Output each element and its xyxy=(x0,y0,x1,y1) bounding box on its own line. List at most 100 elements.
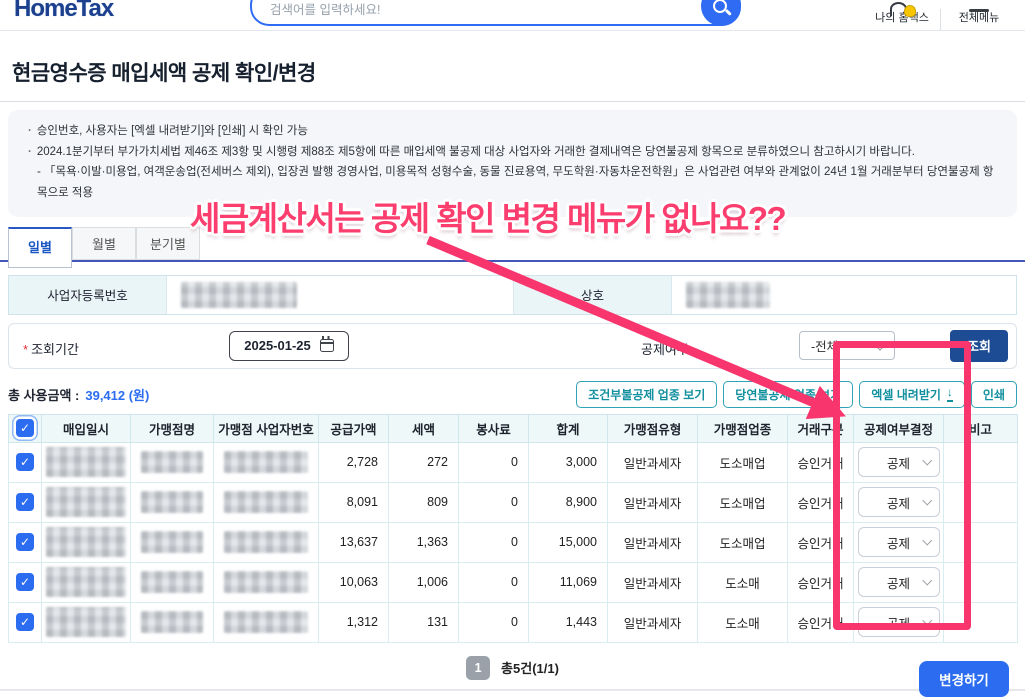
tax-amount: 1,006 xyxy=(389,562,459,602)
col-trade-type: 거래구분 xyxy=(788,414,854,442)
print-button[interactable]: 인쇄 xyxy=(971,381,1017,408)
table-row: ✓ 13,637 1,363 0 15,000 일반과세자 도소매업 승인거래 … xyxy=(9,522,1018,562)
business-info-row: 사업자등록번호 상호 xyxy=(8,275,1017,315)
row-checkbox[interactable]: ✓ xyxy=(16,573,34,591)
service-charge: 0 xyxy=(459,602,529,642)
store-name-redacted xyxy=(141,571,203,593)
total-amount: 15,000 xyxy=(529,522,608,562)
page-1-button[interactable]: 1 xyxy=(466,656,490,680)
table-row: ✓ 1,312 131 0 1,443 일반과세자 도소매 승인거래 공제 xyxy=(9,602,1018,642)
trade-type: 승인거래 xyxy=(788,562,854,602)
purchase-date-redacted xyxy=(46,487,126,517)
decision-value: 공제 xyxy=(887,613,910,632)
page-title: 현금영수증 매입세액 공제 확인/변경 xyxy=(12,57,1025,87)
top-bar: 국세청홈택스 HomeTax 나의 홈택스 전체메뉴 xyxy=(0,0,1025,31)
tax-amount: 1,363 xyxy=(389,522,459,562)
change-button[interactable]: 변경하기 xyxy=(919,661,1009,697)
conditional-exclusion-button[interactable]: 조건부불공제 업종 보기 xyxy=(576,381,717,408)
supply-amount: 2,728 xyxy=(319,442,389,482)
trade-type: 승인거래 xyxy=(788,602,854,642)
store-type: 일반과세자 xyxy=(608,522,698,562)
title-divider xyxy=(0,101,1025,102)
decision-dropdown[interactable]: 공제 xyxy=(858,567,940,597)
hometax-logo[interactable]: 국세청홈택스 HomeTax xyxy=(14,0,184,20)
top-right-menu: 나의 홈택스 전체메뉴 xyxy=(864,0,1017,30)
store-type: 일반과세자 xyxy=(608,602,698,642)
total-amount-value: 39,412 (원) xyxy=(85,385,149,404)
store-industry: 도소매업 xyxy=(698,482,788,522)
decision-dropdown[interactable]: 공제 xyxy=(858,527,940,557)
trade-type: 승인거래 xyxy=(788,442,854,482)
deduction-select[interactable]: -전체- xyxy=(799,331,895,360)
service-charge: 0 xyxy=(459,562,529,602)
purchase-date-redacted xyxy=(46,607,126,637)
row-checkbox[interactable]: ✓ xyxy=(16,533,34,551)
pagination: 1 총5건(1/1) xyxy=(0,656,1025,680)
bell-icon xyxy=(904,5,916,17)
col-store-name: 가맹점명 xyxy=(131,414,214,442)
global-search xyxy=(250,0,741,26)
decision-dropdown[interactable]: 공제 xyxy=(858,487,940,517)
table-header-row: ✓ 매입일시 가맹점명 가맹점 사업자번호 공급가액 세액 봉사료 합계 가맹점… xyxy=(9,414,1018,442)
excel-download-button[interactable]: 엑셀 내려받기 ↓ xyxy=(859,381,965,408)
store-type: 일반과세자 xyxy=(608,482,698,522)
full-menu-label: 전체메뉴 xyxy=(959,12,999,24)
check-icon: ✓ xyxy=(20,495,30,509)
note-cell xyxy=(944,522,1018,562)
table-row: ✓ 10,063 1,006 0 11,069 일반과세자 도소매 승인거래 공… xyxy=(9,562,1018,602)
query-button[interactable]: 조회 xyxy=(950,330,1008,362)
check-icon: ✓ xyxy=(20,535,30,549)
col-store-type: 가맹점유형 xyxy=(608,414,698,442)
deduction-selected-value: -전체- xyxy=(811,336,842,355)
store-type: 일반과세자 xyxy=(608,562,698,602)
store-industry: 도소매업 xyxy=(698,442,788,482)
my-hometax-button[interactable]: 나의 홈택스 xyxy=(864,9,940,30)
store-bizno-redacted xyxy=(224,531,308,553)
row-checkbox[interactable]: ✓ xyxy=(16,453,34,471)
check-icon: ✓ xyxy=(20,455,30,469)
notice-line-1: 승인번호, 사용자는 [엑셀 내려받기]와 [인쇄] 시 확인 가능 xyxy=(28,121,997,142)
full-menu-button[interactable]: 전체메뉴 xyxy=(940,9,1017,30)
store-industry: 도소매 xyxy=(698,562,788,602)
col-decision: 공제여부결정 xyxy=(854,414,944,442)
store-type: 일반과세자 xyxy=(608,442,698,482)
tab-daily[interactable]: 일별 xyxy=(8,227,72,268)
biz-no-redacted xyxy=(181,282,297,308)
decision-dropdown[interactable]: 공제 xyxy=(858,447,940,477)
total-amount: 11,069 xyxy=(529,562,608,602)
check-icon: ✓ xyxy=(20,575,30,589)
col-total: 합계 xyxy=(529,414,608,442)
store-name-redacted xyxy=(141,611,203,633)
purchase-date-redacted xyxy=(46,567,126,597)
row-checkbox[interactable]: ✓ xyxy=(16,493,34,511)
notice-line-2: 2024.1분기부터 부가가치세법 제46조 제3항 및 시행령 제88조 제5… xyxy=(28,142,997,163)
store-bizno-redacted xyxy=(224,571,308,593)
always-exclusion-button[interactable]: 당연불공제 업종 보기 xyxy=(723,381,853,408)
col-store-biz-no: 가맹점 사업자번호 xyxy=(214,414,319,442)
receipts-table: ✓ 매입일시 가맹점명 가맹점 사업자번호 공급가액 세액 봉사료 합계 가맹점… xyxy=(8,414,1018,643)
supply-amount: 10,063 xyxy=(319,562,389,602)
decision-dropdown[interactable]: 공제 xyxy=(858,607,940,637)
download-icon: ↓ xyxy=(947,387,953,402)
col-supply: 공급가액 xyxy=(319,414,389,442)
period-label: *조회기간 xyxy=(23,339,79,358)
purchase-date-redacted xyxy=(46,527,126,557)
decision-value: 공제 xyxy=(887,573,910,592)
service-charge: 0 xyxy=(459,442,529,482)
search-input[interactable] xyxy=(252,0,739,24)
chevron-down-icon xyxy=(923,456,932,465)
note-cell xyxy=(944,442,1018,482)
store-name-redacted xyxy=(141,451,203,473)
summary-row: 총 사용금액 : 39,412 (원) 조건부불공제 업종 보기 당연불공제 업… xyxy=(8,381,1017,408)
tax-amount: 272 xyxy=(389,442,459,482)
tab-monthly[interactable]: 월별 xyxy=(72,227,136,260)
store-name-redacted xyxy=(141,531,203,553)
note-cell xyxy=(944,602,1018,642)
row-checkbox[interactable]: ✓ xyxy=(16,613,34,631)
pagination-info: 총5건(1/1) xyxy=(501,658,559,677)
select-all-checkbox[interactable]: ✓ xyxy=(16,419,34,437)
date-input[interactable]: 2025-01-25 xyxy=(229,331,349,361)
date-value: 2025-01-25 xyxy=(244,338,311,353)
col-note: 비고 xyxy=(944,414,1018,442)
chevron-down-icon xyxy=(923,576,932,585)
